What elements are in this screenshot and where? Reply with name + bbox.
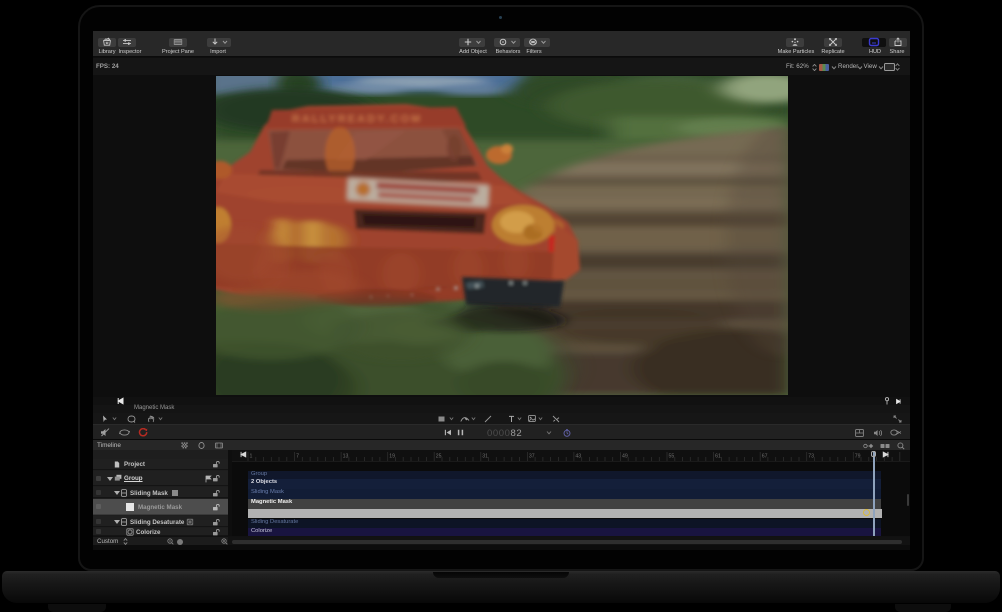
- svg-text:13: 13: [343, 454, 349, 460]
- svg-text:61: 61: [715, 454, 721, 460]
- svg-text:1: 1: [250, 454, 253, 460]
- svg-text:31: 31: [482, 454, 488, 460]
- svg-text:43: 43: [575, 454, 581, 460]
- svg-text:73: 73: [808, 454, 814, 460]
- svg-text:19: 19: [389, 454, 395, 460]
- svg-text:55: 55: [669, 454, 675, 460]
- svg-text:49: 49: [622, 454, 628, 460]
- svg-text:7: 7: [296, 454, 299, 460]
- svg-text:37: 37: [529, 454, 535, 460]
- svg-text:25: 25: [436, 454, 442, 460]
- svg-text:79: 79: [855, 454, 861, 460]
- svg-text:67: 67: [762, 454, 768, 460]
